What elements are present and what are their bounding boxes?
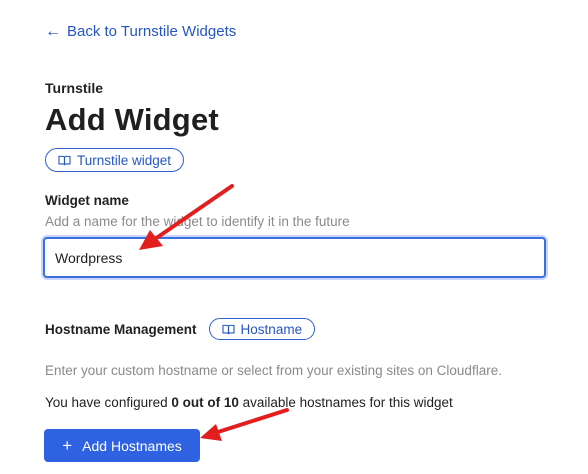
widget-name-help: Add a name for the widget to identify it… xyxy=(45,214,350,229)
add-hostnames-label: Add Hostnames xyxy=(82,437,182,454)
back-link-label: Back to Turnstile Widgets xyxy=(67,23,237,40)
hostname-count-suffix: available hostnames for this widget xyxy=(238,395,453,410)
widget-name-input[interactable] xyxy=(43,237,546,278)
page-title: Add Widget xyxy=(45,102,219,137)
hostname-count-value: 0 out of 10 xyxy=(171,395,239,410)
hostname-description: Enter your custom hostname or select fro… xyxy=(45,363,502,378)
hostname-docs-link[interactable]: Hostname xyxy=(208,318,316,340)
hostname-docs-label: Hostname xyxy=(240,321,303,337)
add-hostnames-button[interactable]: + Add Hostnames xyxy=(44,429,200,462)
annotation-arrow-add-hostnames xyxy=(200,408,289,441)
hostname-count-prefix: You have configured xyxy=(45,395,172,410)
turnstile-widget-docs-link[interactable]: Turnstile widget xyxy=(45,148,185,172)
book-icon xyxy=(221,324,235,334)
plus-icon: + xyxy=(62,436,73,455)
page-eyebrow: Turnstile xyxy=(45,80,104,96)
arrow-left-icon: ← xyxy=(45,22,61,40)
hostname-count-text: You have configured 0 out of 10 availabl… xyxy=(45,395,453,410)
book-icon xyxy=(58,155,71,165)
back-link[interactable]: ← Back to Turnstile Widgets xyxy=(45,23,236,40)
hostname-management-row: Hostname Management Hostname xyxy=(45,318,316,340)
turnstile-widget-docs-label: Turnstile widget xyxy=(77,152,172,168)
widget-name-label: Widget name xyxy=(45,193,129,208)
hostname-management-label: Hostname Management xyxy=(45,321,197,337)
